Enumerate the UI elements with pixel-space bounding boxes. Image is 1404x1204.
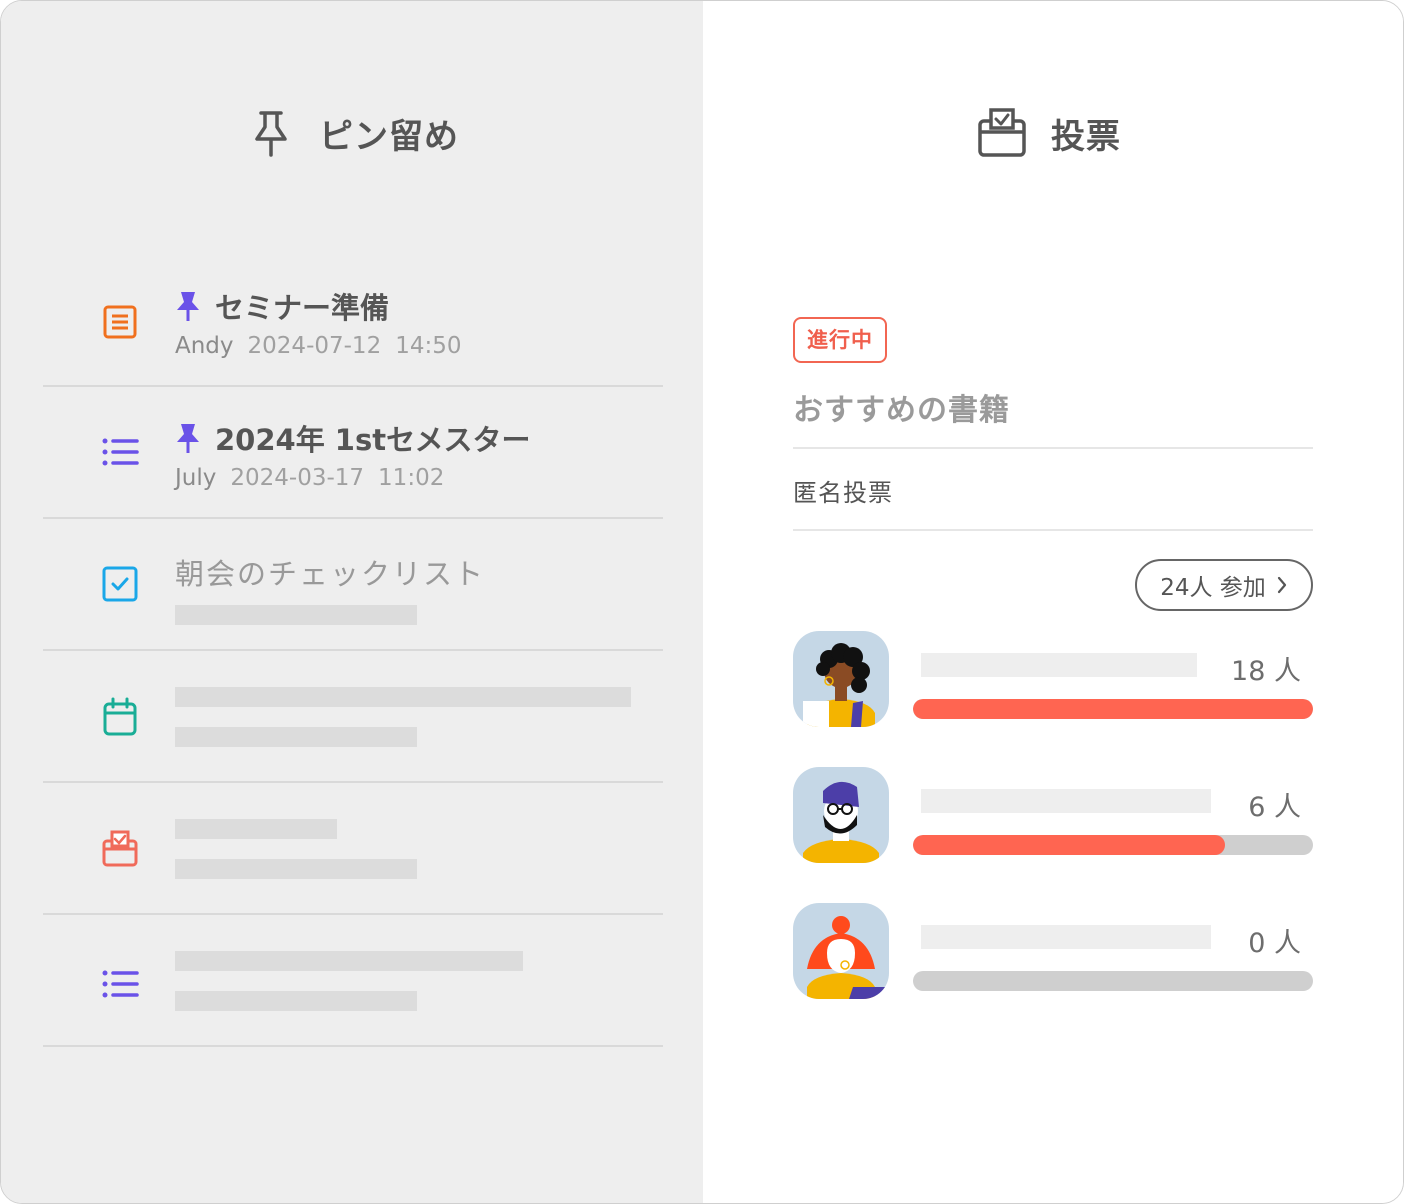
placeholder-line <box>175 687 631 707</box>
pin-icon <box>177 424 199 453</box>
placeholder-line <box>175 727 417 747</box>
item-meta: Andy 2024-07-12 14:50 <box>175 333 462 359</box>
pinned-heading-label: ピン留め <box>319 116 459 157</box>
item-meta: July 2024-03-17 11:02 <box>175 465 444 491</box>
item-title: セミナー準備 <box>175 285 389 327</box>
ballot-box-icon <box>977 107 1029 159</box>
option-label-placeholder <box>921 653 1197 677</box>
checkbox-icon <box>101 565 141 605</box>
item-author: Andy <box>175 333 234 359</box>
pinned-item[interactable] <box>43 915 663 1047</box>
pinned-item[interactable]: セミナー準備 Andy 2024-07-12 14:50 <box>43 255 663 387</box>
avatar <box>793 903 889 999</box>
vote-progress-fill <box>913 699 1313 719</box>
vote-progress-track <box>913 835 1313 855</box>
placeholder-line <box>175 819 337 839</box>
item-title: 朝会のチェックリスト <box>175 551 485 593</box>
divider <box>43 1045 663 1047</box>
ballot-box-icon <box>101 829 141 869</box>
vote-count: 0 人 <box>1248 928 1301 959</box>
note-icon <box>101 303 141 343</box>
pinned-item[interactable] <box>43 783 663 915</box>
pin-icon <box>177 292 199 321</box>
pushpin-icon <box>251 109 291 157</box>
list-icon <box>101 965 141 1005</box>
status-badge: 進行中 <box>793 317 887 363</box>
vote-count: 18 人 <box>1231 656 1301 687</box>
pinned-item[interactable]: 2024年 1stセメスター July 2024-03-17 11:02 <box>43 387 663 519</box>
option-label-placeholder <box>921 925 1211 949</box>
item-title-text: 朝会のチェックリスト <box>175 557 486 591</box>
option-label-placeholder <box>921 789 1211 813</box>
placeholder-line <box>175 605 417 625</box>
item-title-text: 2024年 1stセメスター <box>215 423 531 457</box>
pinned-heading: ピン留め <box>251 105 459 161</box>
placeholder-line <box>175 991 417 1011</box>
divider <box>793 529 1313 531</box>
poll-mode: 匿名投票 <box>793 479 893 507</box>
pinned-item[interactable] <box>43 651 663 783</box>
divider <box>793 447 1313 449</box>
item-time: 11:02 <box>378 465 445 491</box>
participants-label: 24人 参加 <box>1160 575 1266 601</box>
poll-panel: 投票 進行中 おすすめの書籍 匿名投票 24人 参加 18 人 6 人 0 人 <box>703 1 1403 1203</box>
list-icon <box>101 433 141 473</box>
avatar <box>793 631 889 727</box>
pinned-item[interactable]: 朝会のチェックリスト <box>43 519 663 651</box>
vote-count: 6 人 <box>1248 792 1301 823</box>
poll-title: おすすめの書籍 <box>793 393 1010 428</box>
item-title-text: セミナー準備 <box>215 291 390 325</box>
poll-heading-label: 投票 <box>1051 116 1121 157</box>
placeholder-line <box>175 951 523 971</box>
chevron-right-icon <box>1277 576 1286 594</box>
item-title: 2024年 1stセメスター <box>175 417 531 459</box>
calendar-icon <box>101 697 141 737</box>
item-time: 14:50 <box>395 333 462 359</box>
item-date: 2024-03-17 <box>230 465 365 491</box>
avatar <box>793 767 889 863</box>
vote-progress-fill <box>913 835 1225 855</box>
item-date: 2024-07-12 <box>247 333 382 359</box>
pinned-panel: ピン留め セミナー準備 Andy2024-07-1214:50 2024年 <box>1 1 703 1203</box>
poll-heading: 投票 <box>977 105 1121 161</box>
vote-progress-track <box>913 699 1313 719</box>
vote-progress-track <box>913 971 1313 991</box>
item-author: July <box>175 465 217 491</box>
participants-button[interactable]: 24人 参加 <box>1135 559 1313 611</box>
app-window: ピン留め セミナー準備 Andy2024-07-1214:50 2024年 <box>0 0 1404 1204</box>
placeholder-line <box>175 859 417 879</box>
